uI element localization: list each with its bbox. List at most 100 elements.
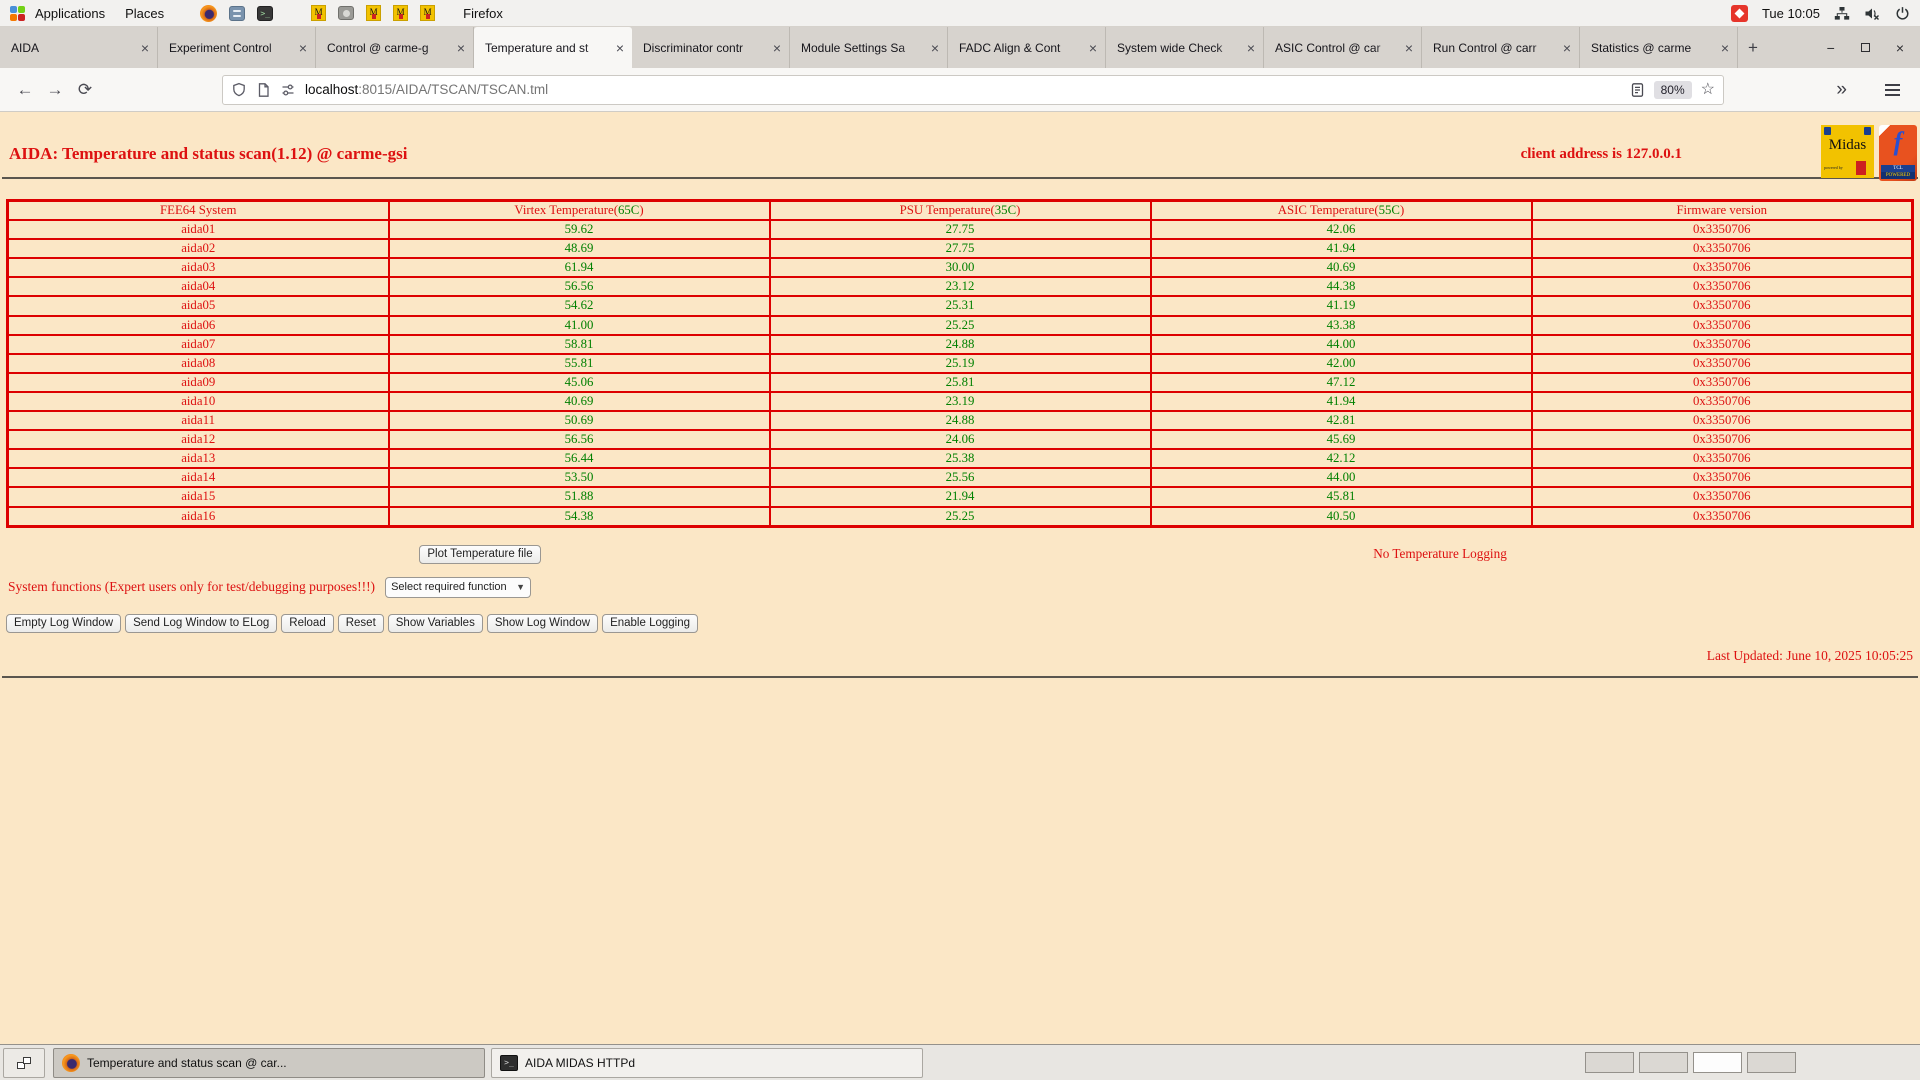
send-log-window-to-elog-button[interactable]: Send Log Window to ELog (125, 614, 277, 633)
firefox-launcher-icon[interactable] (200, 5, 217, 22)
volume-muted-icon[interactable] (1864, 6, 1881, 21)
tab-close-icon[interactable]: × (1721, 40, 1729, 56)
reader-view-icon[interactable] (1630, 82, 1645, 98)
midas-app-icon[interactable]: M (420, 5, 435, 21)
workspace-4[interactable] (1747, 1052, 1796, 1073)
screenshot-app-icon[interactable] (338, 6, 354, 20)
show-desktop-button[interactable] (3, 1048, 45, 1078)
table-header-row: FEE64 SystemVirtex Temperature(65C)PSU T… (8, 201, 1913, 221)
plot-temperature-file-button[interactable]: Plot Temperature file (419, 545, 540, 564)
network-icon[interactable] (1834, 6, 1850, 21)
tab-4[interactable]: Temperature and st × (474, 27, 632, 68)
places-menu[interactable]: Places (115, 6, 174, 21)
overflow-menu-icon[interactable]: » (1836, 79, 1847, 101)
applications-menu-icon (10, 6, 25, 21)
power-icon[interactable] (1895, 6, 1910, 21)
tab-title: Temperature and st (485, 41, 612, 55)
app-menu-icon[interactable] (1885, 81, 1900, 99)
tab-close-icon[interactable]: × (616, 40, 624, 56)
tab-10[interactable]: Run Control @ carr × (1422, 27, 1580, 68)
show-variables-button[interactable]: Show Variables (388, 614, 483, 633)
temperature-table: FEE64 SystemVirtex Temperature(65C)PSU T… (6, 199, 1914, 528)
cell-virtex-temp: 56.44 (389, 449, 770, 468)
tab-1[interactable]: AIDA× (0, 27, 158, 68)
tab-close-icon[interactable]: × (1089, 40, 1097, 56)
tab-9[interactable]: ASIC Control @ car× (1264, 27, 1422, 68)
reset-button[interactable]: Reset (338, 614, 384, 633)
cell-firmware: 0x3350706 (1532, 487, 1913, 506)
table-row: aida1551.8821.9445.810x3350706 (8, 487, 1913, 506)
bookmark-star-icon[interactable]: ☆ (1701, 82, 1715, 98)
workspace-2[interactable] (1639, 1052, 1688, 1073)
tab-6[interactable]: Module Settings Sa× (790, 27, 948, 68)
midas-logo[interactable]: Midas powered by (1821, 125, 1874, 178)
url-path: :8015/AIDA/TSCAN/TSCAN.tml (358, 82, 548, 97)
tab-close-icon[interactable]: × (457, 40, 465, 56)
permissions-settings-icon[interactable] (280, 82, 296, 98)
shield-icon[interactable] (231, 82, 247, 98)
cell-virtex-temp: 58.81 (389, 335, 770, 354)
applications-menu[interactable]: Applications (25, 6, 115, 21)
back-button[interactable]: ← (10, 80, 40, 100)
url-text[interactable]: localhost:8015/AIDA/TSCAN/TSCAN.tml (305, 82, 1621, 97)
page-info-icon[interactable] (256, 82, 271, 98)
cell-virtex-temp: 48.69 (389, 239, 770, 258)
cell-asic-temp: 41.94 (1151, 239, 1532, 258)
chevron-down-icon: ▼ (516, 582, 525, 592)
table-row: aida0945.0625.8147.120x3350706 (8, 373, 1913, 392)
close-window-button[interactable]: × (1896, 41, 1904, 55)
cell-system: aida13 (8, 449, 389, 468)
tab-title: Run Control @ carr (1433, 41, 1559, 55)
cell-asic-temp: 41.19 (1151, 296, 1532, 315)
cell-virtex-temp: 45.06 (389, 373, 770, 392)
workspace-1[interactable] (1585, 1052, 1634, 1073)
tab-2[interactable]: Experiment Control× (158, 27, 316, 68)
tab-close-icon[interactable]: × (1247, 40, 1255, 56)
focused-app-menu[interactable]: Firefox (453, 6, 513, 21)
minimize-button[interactable]: − (1827, 41, 1835, 55)
tab-7[interactable]: FADC Align & Cont× (948, 27, 1106, 68)
cell-asic-temp: 42.81 (1151, 411, 1532, 430)
workspace-3[interactable] (1693, 1052, 1742, 1073)
reload-button[interactable]: ⟳ (70, 80, 100, 100)
midas-app-icon[interactable]: M (393, 5, 408, 21)
tab-3[interactable]: Control @ carme-g× (316, 27, 474, 68)
tab-close-icon[interactable]: × (931, 40, 939, 56)
reload-button[interactable]: Reload (281, 614, 333, 633)
cell-psu-temp: 24.06 (770, 430, 1151, 449)
tab-close-icon[interactable]: × (773, 40, 781, 56)
midas-app-icon[interactable]: M (311, 5, 326, 21)
tab-8[interactable]: System wide Check × (1106, 27, 1264, 68)
tab-5[interactable]: Discriminator contr× (632, 27, 790, 68)
zoom-level-indicator[interactable]: 80% (1654, 81, 1692, 99)
url-bar[interactable]: localhost:8015/AIDA/TSCAN/TSCAN.tml 80% … (222, 75, 1724, 105)
tab-11[interactable]: Statistics @ carme× (1580, 27, 1738, 68)
tab-close-icon[interactable]: × (141, 40, 149, 56)
cell-virtex-temp: 50.69 (389, 411, 770, 430)
tab-close-icon[interactable]: × (1405, 40, 1413, 56)
taskbar-task[interactable]: >_AIDA MIDAS HTTPd (491, 1048, 923, 1078)
empty-log-window-button[interactable]: Empty Log Window (6, 614, 121, 633)
cell-firmware: 0x3350706 (1532, 335, 1913, 354)
tab-title: System wide Check (1117, 41, 1243, 55)
files-launcher-icon[interactable] (229, 6, 245, 21)
cell-system: aida08 (8, 354, 389, 373)
clock[interactable]: Tue 10:05 (1762, 6, 1820, 21)
new-tab-button[interactable]: + (1738, 27, 1768, 68)
notification-icon[interactable] (1731, 5, 1748, 22)
cell-psu-temp: 25.31 (770, 296, 1151, 315)
tab-close-icon[interactable]: × (1563, 40, 1571, 56)
maximize-button[interactable] (1861, 43, 1870, 52)
cell-system: aida02 (8, 239, 389, 258)
enable-logging-button[interactable]: Enable Logging (602, 614, 698, 633)
terminal-launcher-icon[interactable]: >_ (257, 6, 273, 21)
taskbar: Temperature and status scan @ car...>_AI… (0, 1044, 1920, 1080)
taskbar-task[interactable]: Temperature and status scan @ car... (53, 1048, 485, 1078)
function-select[interactable]: Select required function ▼ (385, 577, 531, 598)
midas-app-icon[interactable]: M (366, 5, 381, 21)
cell-firmware: 0x3350706 (1532, 373, 1913, 392)
tcl-powered-logo[interactable]: f TCLPOWERED (1879, 125, 1917, 181)
forward-button[interactable]: → (40, 80, 70, 100)
show-log-window-button[interactable]: Show Log Window (487, 614, 598, 633)
tab-close-icon[interactable]: × (299, 40, 307, 56)
